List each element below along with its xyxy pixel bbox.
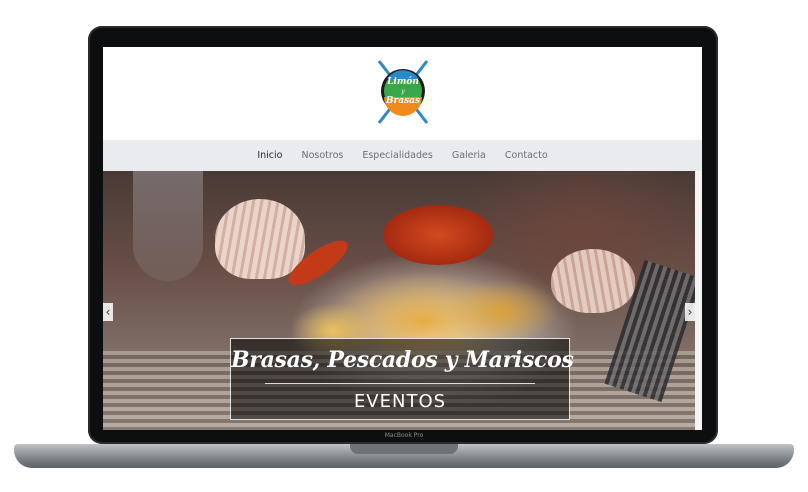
page-scrollbar[interactable] xyxy=(695,171,702,430)
laptop-notch xyxy=(350,444,458,454)
slider-prev-button[interactable]: ‹ xyxy=(103,303,113,321)
nav-item-especialidades[interactable]: Especialidades xyxy=(362,150,432,161)
main-navigation: Inicio Nosotros Especialidades Galeria C… xyxy=(103,140,702,171)
hero-title: Brasas, Pescados y Mariscos xyxy=(231,347,574,373)
scallop-shell-image xyxy=(215,199,305,279)
wine-glass-image xyxy=(133,171,203,281)
browser-viewport: Limón y Brasas Inicio Nosotros Especiali… xyxy=(103,47,702,430)
device-model-label: MacBook Pro xyxy=(384,432,424,439)
scallop-shell-image xyxy=(551,249,635,313)
caption-divider xyxy=(265,383,535,384)
hero-caption: Brasas, Pescados y Mariscos EVENTOS xyxy=(230,338,574,420)
logo-line3: Brasas xyxy=(385,96,420,106)
nav-item-nosotros[interactable]: Nosotros xyxy=(301,150,343,161)
site-header: Limón y Brasas xyxy=(103,47,702,140)
restaurant-logo[interactable]: Limón y Brasas xyxy=(373,57,433,127)
logo-line1: Limón xyxy=(386,76,419,87)
nav-item-galeria[interactable]: Galeria xyxy=(452,150,486,161)
logo-line2: y xyxy=(400,88,405,95)
nav-item-inicio[interactable]: Inicio xyxy=(257,150,282,161)
slider-next-button[interactable]: › xyxy=(685,303,695,321)
nav-item-contacto[interactable]: Contacto xyxy=(505,150,548,161)
hero-subtitle: EVENTOS xyxy=(353,391,447,412)
hero-slider: Brasas, Pescados y Mariscos EVENTOS ‹ › xyxy=(103,171,695,430)
lobster-image xyxy=(383,205,493,265)
